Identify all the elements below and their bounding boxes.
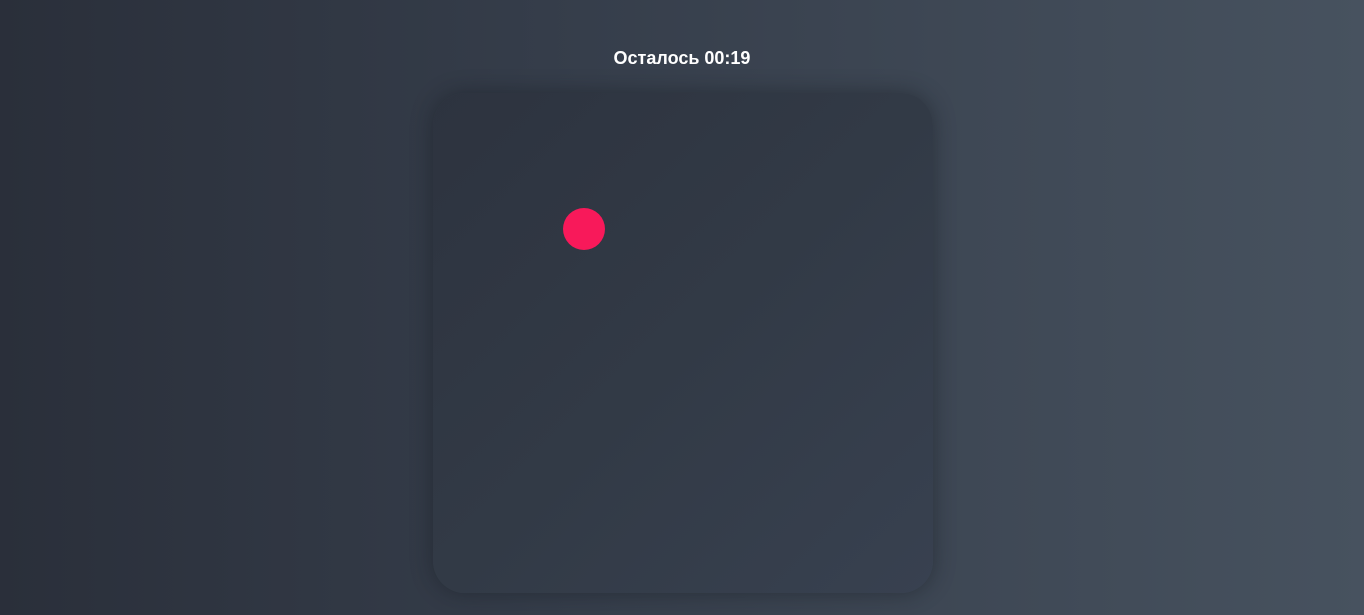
timer-value: 00:19 (704, 48, 751, 68)
countdown-timer: Осталось 00:19 (0, 46, 1364, 70)
game-board[interactable] (433, 93, 933, 593)
target-circle[interactable] (563, 208, 605, 250)
timer-label: Осталось (613, 48, 700, 68)
